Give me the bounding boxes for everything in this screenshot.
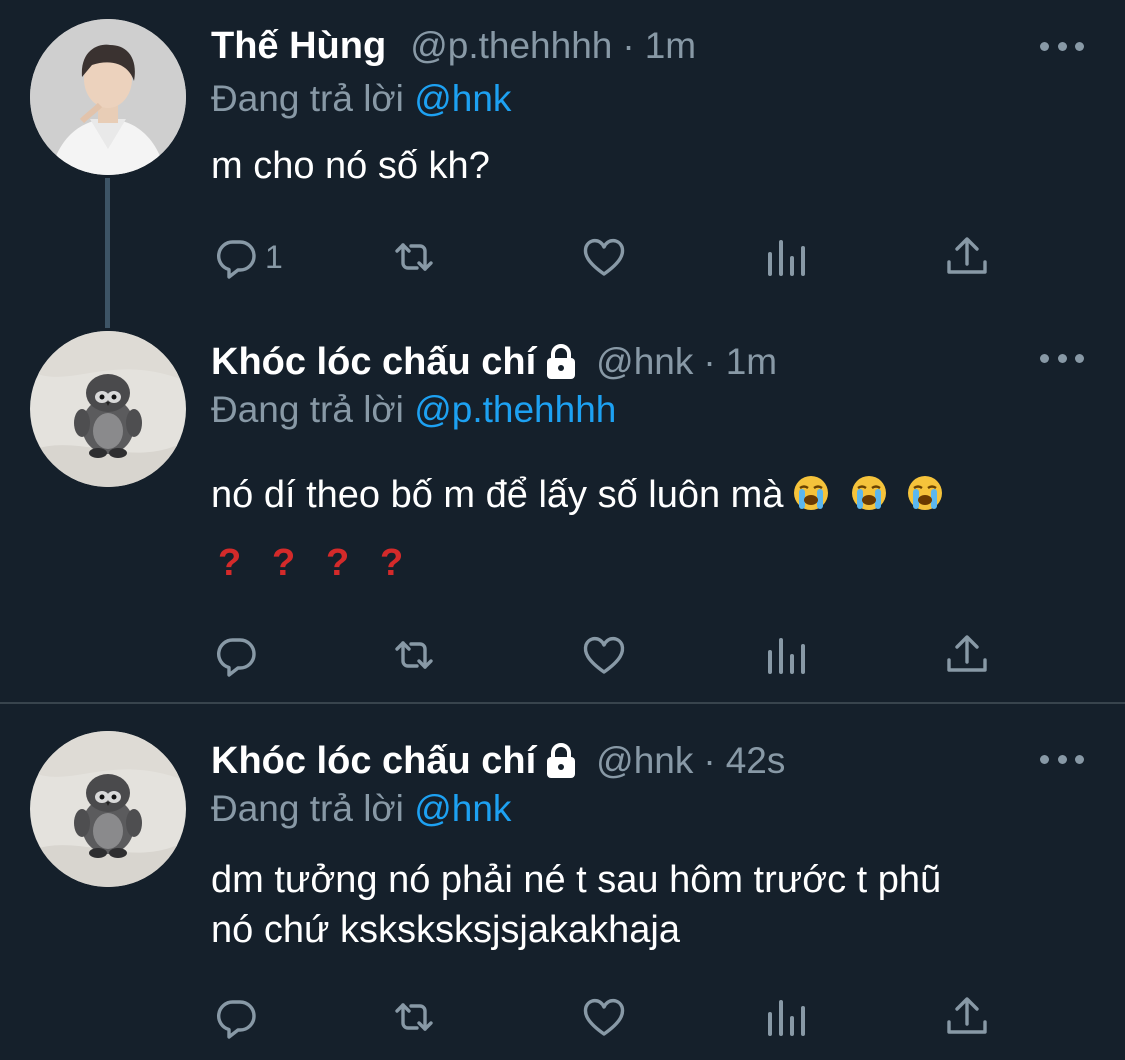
tweet-header: Thế Hùng @p.thehhhh · 1m bbox=[211, 16, 696, 76]
analytics-icon bbox=[764, 234, 810, 280]
more-options-icon[interactable] bbox=[1040, 348, 1084, 368]
timestamp[interactable]: 42s bbox=[726, 740, 786, 782]
mention-link[interactable]: @hnk bbox=[414, 788, 511, 829]
timestamp[interactable]: 1m bbox=[726, 341, 777, 383]
separator-dot: · bbox=[703, 341, 716, 382]
retweet-icon bbox=[391, 234, 437, 280]
share-button[interactable] bbox=[944, 631, 990, 679]
loudly-crying-face-icon bbox=[849, 473, 889, 513]
mention-link[interactable]: @hnk bbox=[414, 78, 511, 119]
analytics-button[interactable] bbox=[764, 993, 810, 1041]
tweet-actions bbox=[211, 993, 1011, 1041]
question-mark: ? bbox=[272, 542, 296, 584]
tweet-text-line: dm tưởng nó phải né t sau hôm trước t ph… bbox=[211, 859, 942, 901]
analytics-icon bbox=[764, 632, 810, 678]
display-name[interactable]: Khóc lóc chấu chí bbox=[211, 341, 536, 384]
share-icon bbox=[944, 632, 990, 678]
question-marks: ???? bbox=[218, 542, 434, 585]
retweet-button[interactable] bbox=[391, 631, 437, 679]
separator-dot: · bbox=[703, 740, 716, 781]
like-icon bbox=[581, 632, 627, 678]
like-button[interactable] bbox=[581, 631, 627, 679]
replying-to: Đang trả lời @hnk bbox=[211, 78, 511, 120]
person-avatar-image bbox=[30, 19, 186, 175]
like-icon bbox=[581, 234, 627, 280]
retweet-button[interactable] bbox=[391, 993, 437, 1041]
user-handle[interactable]: @hnk bbox=[596, 740, 693, 782]
loudly-crying-face-icon bbox=[791, 473, 831, 513]
replying-to-label: Đang trả lời bbox=[211, 788, 404, 829]
analytics-icon bbox=[764, 994, 810, 1040]
avatar[interactable] bbox=[30, 19, 186, 175]
share-button[interactable] bbox=[944, 233, 990, 281]
reply-button[interactable] bbox=[213, 993, 259, 1041]
reply-icon bbox=[213, 994, 259, 1040]
timeline: Thế Hùng @p.thehhhh · 1m Đang trả lời @h… bbox=[0, 0, 1125, 1060]
tweet-actions: 1 bbox=[211, 233, 1011, 281]
mention-link[interactable]: @p.thehhhh bbox=[414, 389, 616, 430]
display-name[interactable]: Khóc lóc chấu chí bbox=[211, 740, 536, 783]
user-handle[interactable]: @p.thehhhh bbox=[410, 25, 612, 67]
tweet-header: Khóc lóc chấu chí @hnk · 1m bbox=[211, 332, 777, 392]
like-button[interactable] bbox=[581, 233, 627, 281]
tweet-text-line: nó chứ ksksksksjsjakakhaja bbox=[211, 909, 680, 951]
tweet-actions bbox=[211, 631, 1011, 679]
retweet-button[interactable] bbox=[391, 233, 437, 281]
avatar[interactable] bbox=[30, 331, 186, 487]
tweet-text: nó dí theo bố m để lấy số luôn mà bbox=[211, 470, 1091, 520]
display-name[interactable]: Thế Hùng bbox=[211, 25, 386, 68]
share-icon bbox=[944, 994, 990, 1040]
reply-count: 1 bbox=[265, 238, 283, 275]
lock-icon bbox=[544, 343, 578, 381]
retweet-icon bbox=[391, 994, 437, 1040]
replying-to-label: Đang trả lời bbox=[211, 78, 404, 119]
tweet-text: m cho nó số kh? bbox=[211, 145, 490, 187]
replying-to-label: Đang trả lời bbox=[211, 389, 404, 430]
timestamp[interactable]: 1m bbox=[645, 25, 696, 67]
like-icon bbox=[581, 994, 627, 1040]
like-button[interactable] bbox=[581, 993, 627, 1041]
reply-button[interactable]: 1 bbox=[213, 233, 283, 281]
thread-connector-line bbox=[105, 178, 110, 328]
reply-button[interactable] bbox=[213, 631, 259, 679]
separator-dot: · bbox=[622, 25, 635, 66]
penguin-avatar-image bbox=[30, 331, 186, 487]
share-button[interactable] bbox=[944, 993, 990, 1041]
tweet-text-body: nó dí theo bố m để lấy số luôn mà bbox=[211, 474, 784, 516]
user-handle[interactable]: @hnk bbox=[596, 341, 693, 383]
question-mark: ? bbox=[380, 542, 404, 584]
reply-icon bbox=[213, 234, 259, 280]
more-options-icon[interactable] bbox=[1040, 36, 1084, 56]
analytics-button[interactable] bbox=[764, 631, 810, 679]
question-mark: ? bbox=[218, 542, 242, 584]
question-mark: ? bbox=[326, 542, 350, 584]
replying-to: Đang trả lời @p.thehhhh bbox=[211, 389, 616, 431]
avatar[interactable] bbox=[30, 731, 186, 887]
replying-to: Đang trả lời @hnk bbox=[211, 788, 511, 830]
tweet-header: Khóc lóc chấu chí @hnk · 42s bbox=[211, 731, 785, 791]
loudly-crying-face-icon bbox=[905, 473, 945, 513]
analytics-button[interactable] bbox=[764, 233, 810, 281]
tweet-divider bbox=[0, 702, 1125, 704]
more-options-icon[interactable] bbox=[1040, 749, 1084, 769]
lock-icon bbox=[544, 742, 578, 780]
penguin-avatar-image bbox=[30, 731, 186, 887]
retweet-icon bbox=[391, 632, 437, 678]
share-icon bbox=[944, 234, 990, 280]
tweet-text: dm tưởng nó phải né t sau hôm trước t ph… bbox=[211, 855, 1091, 955]
reply-icon bbox=[213, 632, 259, 678]
